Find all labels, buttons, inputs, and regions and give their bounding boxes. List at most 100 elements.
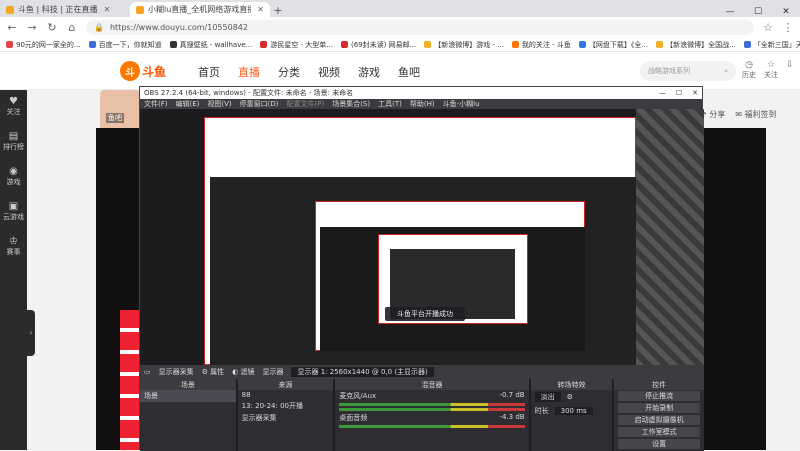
scene-item[interactable]: 场景 <box>140 390 236 402</box>
obs-menu-item[interactable]: 视图(V) <box>207 99 231 109</box>
url-field[interactable]: 🔒 https://www.douyu.com/10550842 <box>86 20 754 35</box>
rail-item[interactable]: ▤ 排行榜 <box>3 131 24 152</box>
welfare-button[interactable]: ✉ 福利签到 <box>735 109 776 120</box>
bookmark-item[interactable]: 我的关注 - 斗鱼 <box>511 40 571 50</box>
minimize-icon[interactable]: — <box>716 7 744 17</box>
mixer-dock: 混音器 麦克风/Aux -0.7 dB 桌面音频 -4.3 dB <box>335 379 529 451</box>
bookmark-item[interactable]: 真搜壁纸 - wallhave... <box>169 40 252 50</box>
obs-maximize-icon[interactable]: ☐ <box>676 89 682 97</box>
bookmark-item[interactable]: (69封未读) 网易邮... <box>340 40 416 50</box>
start-recording-button[interactable]: 开始录制 <box>618 403 700 413</box>
transitions-dock: 转场特效 淡出 ⚙ 时长 300 ms <box>530 379 613 451</box>
obs-menu-item[interactable]: 工具(T) <box>378 99 402 109</box>
rail-item[interactable]: ♥ 关注 <box>7 96 21 117</box>
settings-button[interactable]: 设置 <box>618 439 700 449</box>
obs-window: OBS 27.2.4 (64-bit, windows) - 配置文件: 未命名… <box>139 86 704 451</box>
site-nav-item[interactable]: 视频 <box>318 64 340 80</box>
close-tab-icon[interactable]: ✕ <box>104 5 111 14</box>
rail-item[interactable]: ▣ 云游戏 <box>3 201 24 222</box>
reload-icon[interactable]: ↻ <box>46 21 58 34</box>
obs-menu-item[interactable]: 场景集合(S) <box>332 99 370 109</box>
bookmark-icon <box>656 41 664 48</box>
trophy-icon: ♔ <box>9 236 18 247</box>
obs-menu-item[interactable]: 帮助(H) <box>410 99 435 109</box>
logo-mark: 斗 <box>120 61 140 81</box>
site-nav-item[interactable]: 直播 <box>238 64 260 80</box>
obs-menu-item[interactable]: 编辑(E) <box>176 99 200 109</box>
obs-title-bar: OBS 27.2.4 (64-bit, windows) - 配置文件: 未命名… <box>140 87 702 99</box>
obs-menu-item[interactable]: 文件(F) <box>144 99 168 109</box>
bookmark-item[interactable]: 【新浪微博】游戏 - ... <box>424 40 504 50</box>
download-icon[interactable]: ⇩ <box>786 60 794 80</box>
rail-expand-icon[interactable]: › <box>27 310 35 356</box>
site-search-input[interactable]: 战略游戏系列 ⌕ <box>640 61 736 81</box>
site-nav-item[interactable]: 分类 <box>278 64 300 80</box>
source-item[interactable]: 88 <box>238 390 334 400</box>
obs-preview[interactable]: 斗鱼平台开播成功 <box>140 109 704 365</box>
source-item[interactable]: 显示器采集 <box>238 412 334 424</box>
volume-slider[interactable] <box>339 408 525 411</box>
site-nav-item[interactable]: 首页 <box>198 64 220 80</box>
transition-select[interactable]: 淡出 <box>534 392 561 402</box>
search-icon[interactable]: ⌕ <box>724 67 728 76</box>
mixer-channel: 桌面音频 -4.3 dB <box>339 413 525 422</box>
virtual-camera-button[interactable]: 启动虚拟摄像机 <box>618 415 700 425</box>
anchor-name[interactable]: 鱼吧 <box>106 113 124 123</box>
audio-meter <box>339 425 525 428</box>
bookmark-item[interactable]: 「全新三国」天公... <box>743 40 800 50</box>
obs-minimize-icon[interactable]: — <box>659 89 666 97</box>
filters-button[interactable]: ◐ 滤镜 <box>232 367 254 377</box>
bookmark-icon <box>6 41 13 48</box>
bookmark-icon <box>88 41 96 48</box>
douyu-favicon-icon <box>136 5 144 14</box>
maximize-icon[interactable]: ☐ <box>744 7 772 17</box>
cloud-game-icon: ▣ <box>8 201 19 212</box>
site-nav-item[interactable]: 游戏 <box>358 64 380 80</box>
obs-source-toolbar: ▭ 显示器采集 ⚙ 属性 ◐ 滤镜 显示器 显示器 1: 2560x1440 @… <box>140 365 704 379</box>
studio-mode-button[interactable]: 工作室模式 <box>618 427 700 437</box>
douyu-logo[interactable]: 斗 斗鱼 <box>120 60 168 82</box>
obs-menu-item[interactable]: 配置文件(P) <box>287 99 325 109</box>
close-tab-icon[interactable]: ✕ <box>257 5 264 14</box>
home-icon[interactable]: ⌂ <box>66 21 78 34</box>
audio-meter <box>339 403 525 406</box>
back-icon[interactable]: ← <box>6 21 18 34</box>
star-icon[interactable]: ☆ <box>762 21 774 34</box>
properties-button[interactable]: ⚙ 属性 <box>202 367 225 377</box>
close-window-icon[interactable]: ✕ <box>772 7 800 17</box>
rail-item[interactable]: ♔ 赛事 <box>7 236 21 257</box>
source-item[interactable]: 13: 20-24: 00开播 <box>238 400 334 412</box>
browser-tab-active[interactable]: 小糊lu直播_全机网络游戏直播 - 斗 ✕ <box>130 2 270 17</box>
rail-item[interactable]: ◉ 游戏 <box>7 166 21 187</box>
bookmark-icon <box>743 41 751 48</box>
site-header: 斗 斗鱼 首页 直播 分类 视频 游戏 鱼吧 战略游戏系列 ⌕ ◷ 历史 ☆ 关注 ⇩ <box>0 52 800 90</box>
browser-tab[interactable]: 斗鱼 | 科技 | 正在直播 ✕ <box>0 2 130 17</box>
preview-hatch <box>636 109 704 365</box>
bookmark-icon <box>260 41 268 48</box>
bookmark-item[interactable]: 游民星空 - 大型单... <box>260 40 333 50</box>
bookmark-item[interactable]: 百度一下，你就知道 <box>88 40 162 50</box>
duration-input[interactable]: 300 ms <box>554 407 593 415</box>
obs-docks: 场景 场景 来源 88 13: 20-24: 00开播 显示器采集 混音器 麦克… <box>140 379 704 451</box>
menu-icon[interactable]: ⋮ <box>782 21 794 34</box>
browser-tab-strip: 斗鱼 | 科技 | 正在直播 ✕ 小糊lu直播_全机网络游戏直播 - 斗 ✕ +… <box>0 0 800 17</box>
forward-icon[interactable]: → <box>26 21 38 34</box>
mixer-channel: 麦克风/Aux -0.7 dB <box>339 391 525 400</box>
anchor-avatar[interactable] <box>100 90 140 130</box>
left-rail: ♥ 关注 ▤ 排行榜 ◉ 游戏 ▣ 云游戏 ♔ 赛事 <box>0 90 27 450</box>
transition-gear-icon[interactable]: ⚙ <box>567 393 573 401</box>
display-select[interactable]: 显示器 1: 2560x1440 @ 0,0 (主显示器) <box>291 367 434 377</box>
stop-streaming-button[interactable]: 停止推流 <box>618 391 700 401</box>
obs-menu-item[interactable]: 斗鱼-小糊lu <box>443 99 480 109</box>
bookmark-item[interactable]: 【新浪微博】全国战... <box>656 40 736 50</box>
bookmark-item[interactable]: 【网盘下载】《全... <box>578 40 648 50</box>
history-icon[interactable]: ◷ 历史 <box>742 60 756 80</box>
follow-icon[interactable]: ☆ 关注 <box>764 60 778 80</box>
obs-menu-item[interactable]: 停靠窗口(D) <box>240 99 279 109</box>
site-nav-item[interactable]: 鱼吧 <box>398 64 420 80</box>
scenes-dock: 场景 场景 <box>140 379 236 451</box>
bookmark-item[interactable]: 90元的网一家全的... <box>6 40 81 50</box>
bookmark-icon <box>578 41 586 48</box>
obs-close-icon[interactable]: ✕ <box>692 89 698 97</box>
new-tab-button[interactable]: + <box>270 4 286 17</box>
